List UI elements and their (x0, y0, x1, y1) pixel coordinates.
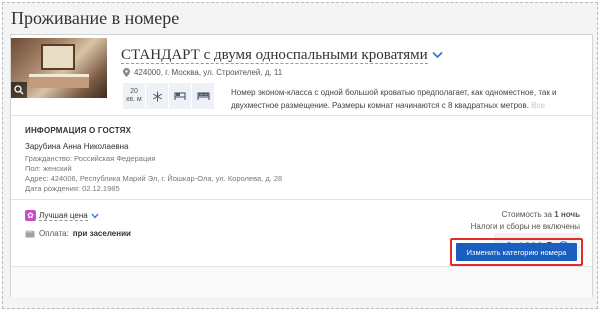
guest-citizenship: Гражданство: Российская Федерация (25, 154, 156, 163)
card-footer (11, 266, 592, 297)
cost-period: 1 ночь (554, 210, 580, 219)
wallet-icon (25, 230, 35, 237)
room-name[interactable]: СТАНДАРТ с двумя односпальными кроватями (121, 47, 443, 64)
chevron-down-icon[interactable] (91, 213, 99, 219)
payment-value: при заселении (72, 229, 131, 238)
area-value: 20 (130, 88, 138, 95)
rate-selector[interactable]: ✿ Лучшая цена (25, 210, 99, 221)
rate-badge-icon: ✿ (25, 210, 36, 221)
cost-label: Стоимость за 1 ночь (502, 210, 580, 219)
cost-prefix: Стоимость за (501, 210, 552, 219)
guest-birth-date: Дата рождения: 02.12.1985 (25, 184, 120, 193)
payment-info: Оплата: при заселении (25, 229, 131, 238)
divider (11, 115, 592, 116)
guest-address: Адрес: 424006, Республика Марий Эл, г. Й… (25, 174, 283, 183)
booking-panel: Проживание в номере СТАНДАРТ с двумя одн… (2, 2, 598, 309)
guest-info-heading: ИНФОРМАЦИЯ О ГОСТЯХ (25, 126, 132, 135)
room-address-text: 424000, г. Москва, ул. Строителей, д. 11 (134, 68, 283, 77)
page-title: Проживание в номере (11, 8, 180, 28)
room-description-faded: Все (531, 101, 545, 110)
zoom-icon[interactable] (11, 82, 27, 98)
change-category-highlight: Изменить категорию номера (450, 238, 583, 266)
payment-label: Оплата: (39, 229, 69, 238)
area-badge: 20 кв. м (123, 83, 145, 109)
room-address: 424000, г. Москва, ул. Строителей, д. 11 (123, 68, 282, 77)
room-description-text: Номер эконом-класса с одной большой кров… (231, 88, 557, 110)
room-description: Номер эконом-класса с одной большой кров… (231, 86, 571, 112)
room-photo[interactable] (11, 38, 107, 98)
guest-name: Зарубина Анна Николаевна (25, 142, 129, 151)
location-pin-icon (123, 68, 130, 77)
bed-icon (169, 83, 191, 109)
guest-gender: Пол: женский (25, 164, 72, 173)
taxes-note: Налоги и сборы не включены (470, 222, 580, 231)
snowflake-icon (146, 83, 168, 109)
room-name-label: СТАНДАРТ с двумя односпальными кроватями (121, 47, 428, 64)
chevron-down-icon[interactable] (432, 47, 443, 64)
double-bed-icon (192, 83, 214, 109)
amenities: 20 кв. м (123, 83, 214, 109)
change-category-button[interactable]: Изменить категорию номера (456, 243, 577, 261)
divider (11, 199, 592, 200)
rate-name: Лучшая цена (39, 210, 88, 221)
area-unit: кв. м (126, 96, 142, 103)
